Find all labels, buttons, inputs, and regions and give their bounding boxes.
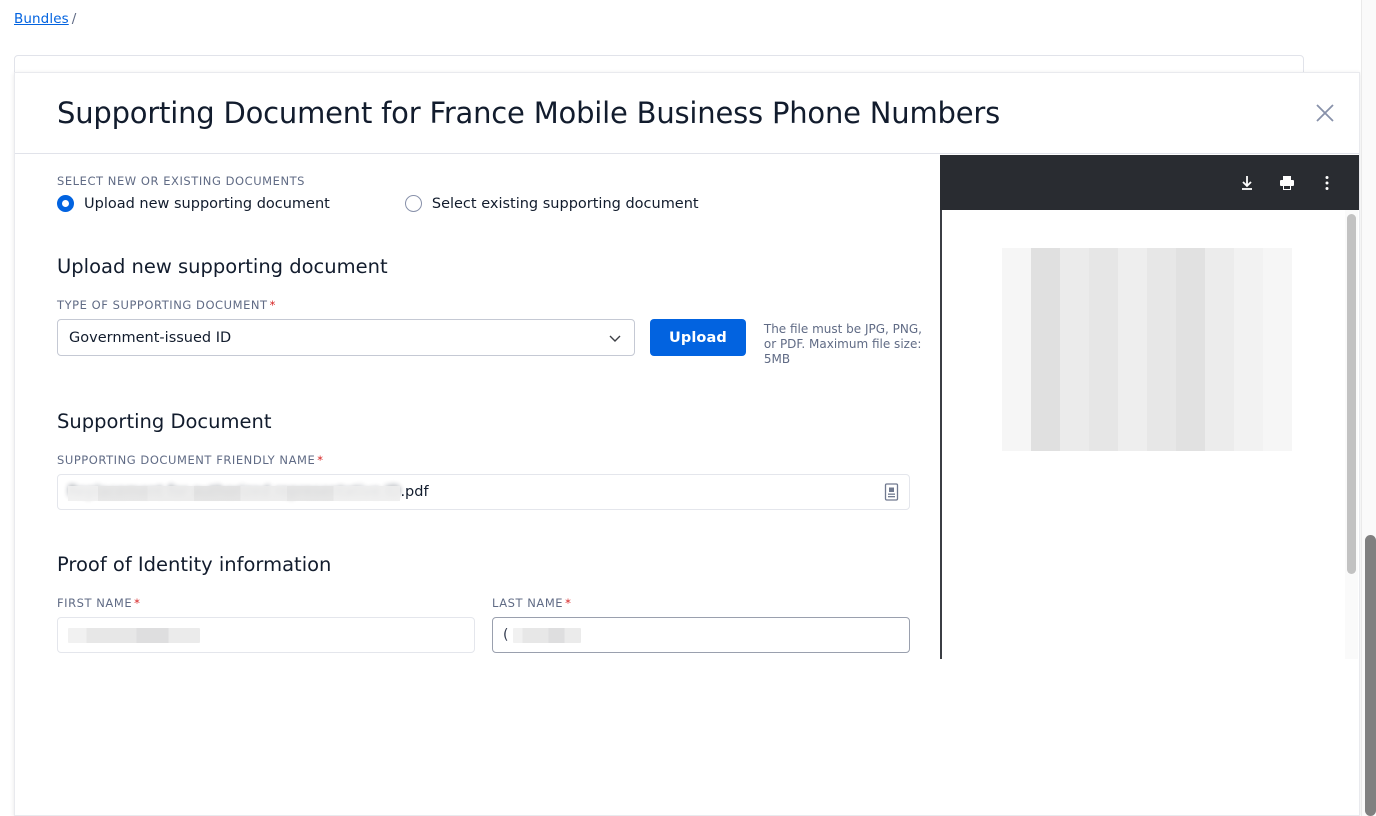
document-type-select[interactable]: Government-issued ID xyxy=(57,319,635,356)
page-title: Supporting Document for France Mobile Bu… xyxy=(57,96,1001,130)
document-type-required-mark: * xyxy=(269,298,276,312)
pdf-scrollbar[interactable] xyxy=(1345,210,1358,659)
first-name-redacted-value xyxy=(68,627,200,643)
radio-indicator-upload-new xyxy=(57,195,74,212)
identity-names-row: FIRST NAME * LAST NAME * ( xyxy=(57,596,926,653)
breadcrumb-separator: / xyxy=(71,11,77,27)
breadcrumb-link-bundles[interactable]: Bundles xyxy=(14,11,69,27)
first-name-label: FIRST NAME * xyxy=(57,596,475,610)
last-name-visible-value: ( xyxy=(503,627,509,643)
upload-section-heading: Upload new supporting document xyxy=(57,255,388,278)
radio-upload-new-document[interactable]: Upload new supporting document xyxy=(57,195,330,212)
last-name-input[interactable]: ( xyxy=(492,617,910,653)
window-scrollbar[interactable] xyxy=(1361,0,1376,816)
document-type-value: Government-issued ID xyxy=(69,329,232,346)
document-type-label-text: TYPE OF SUPPORTING DOCUMENT xyxy=(57,298,268,312)
friendly-name-input[interactable]: Replacement for authorized representativ… xyxy=(57,474,910,510)
pdf-viewport xyxy=(940,210,1359,659)
first-name-label-text: FIRST NAME xyxy=(57,596,133,610)
pdf-scrollbar-thumb[interactable] xyxy=(1347,214,1356,574)
print-icon[interactable] xyxy=(1277,173,1297,193)
document-type-label: TYPE OF SUPPORTING DOCUMENT * xyxy=(57,298,926,312)
close-icon[interactable] xyxy=(1308,96,1342,130)
friendly-name-required-mark: * xyxy=(317,453,324,467)
pdf-preview-panel xyxy=(940,154,1359,815)
radio-select-existing-document[interactable]: Select existing supporting document xyxy=(404,195,699,212)
last-name-label: LAST NAME * xyxy=(492,596,910,610)
document-icon[interactable] xyxy=(884,483,899,501)
last-name-required-mark: * xyxy=(565,596,572,610)
friendly-name-label: SUPPORTING DOCUMENT FRIENDLY NAME * xyxy=(57,453,926,467)
last-name-redacted-value xyxy=(513,627,582,643)
select-source-label: SELECT NEW OR EXISTING DOCUMENTS xyxy=(57,174,306,188)
document-type-row: Government-issued ID Upload The file mus… xyxy=(57,319,926,367)
last-name-field: LAST NAME * ( xyxy=(492,596,910,653)
supporting-document-heading: Supporting Document xyxy=(57,410,272,433)
download-icon[interactable] xyxy=(1237,173,1257,193)
friendly-name-label-text: SUPPORTING DOCUMENT FRIENDLY NAME xyxy=(57,453,316,467)
radio-indicator-select-existing xyxy=(404,195,422,212)
supporting-document-modal: Supporting Document for France Mobile Bu… xyxy=(14,72,1360,816)
upload-help-text: The file must be JPG, PNG, or PDF. Maxim… xyxy=(763,322,922,366)
breadcrumb: Bundles / xyxy=(14,11,76,27)
more-options-icon[interactable] xyxy=(1317,173,1337,193)
pdf-redacted-content xyxy=(1002,248,1292,451)
friendly-name-redacted-value: Replacement for authorized representativ… xyxy=(68,484,401,501)
modal-body: SELECT NEW OR EXISTING DOCUMENTS Upload … xyxy=(15,154,1359,815)
page-root: Bundles / Supporting Document for France … xyxy=(0,0,1376,816)
redaction-mask xyxy=(68,486,401,501)
radio-label-select-existing: Select existing supporting document xyxy=(431,195,699,212)
window-scrollbar-thumb[interactable] xyxy=(1365,535,1376,816)
modal-header: Supporting Document for France Mobile Bu… xyxy=(15,73,1359,154)
select-source-radio-group: Upload new supporting document Select ex… xyxy=(57,195,926,212)
radio-label-upload-new: Upload new supporting document xyxy=(84,195,330,212)
form-column: SELECT NEW OR EXISTING DOCUMENTS Upload … xyxy=(15,154,926,815)
first-name-input[interactable] xyxy=(57,617,475,653)
last-name-label-text: LAST NAME xyxy=(492,596,564,610)
upload-button[interactable]: Upload xyxy=(650,319,746,356)
friendly-name-suffix: .pdf xyxy=(400,484,429,500)
pdf-page xyxy=(942,210,1345,659)
first-name-required-mark: * xyxy=(134,596,141,610)
identity-section-heading: Proof of Identity information xyxy=(57,553,332,576)
first-name-field: FIRST NAME * xyxy=(57,596,475,653)
chevron-down-icon xyxy=(607,330,623,346)
pdf-toolbar xyxy=(940,155,1359,210)
